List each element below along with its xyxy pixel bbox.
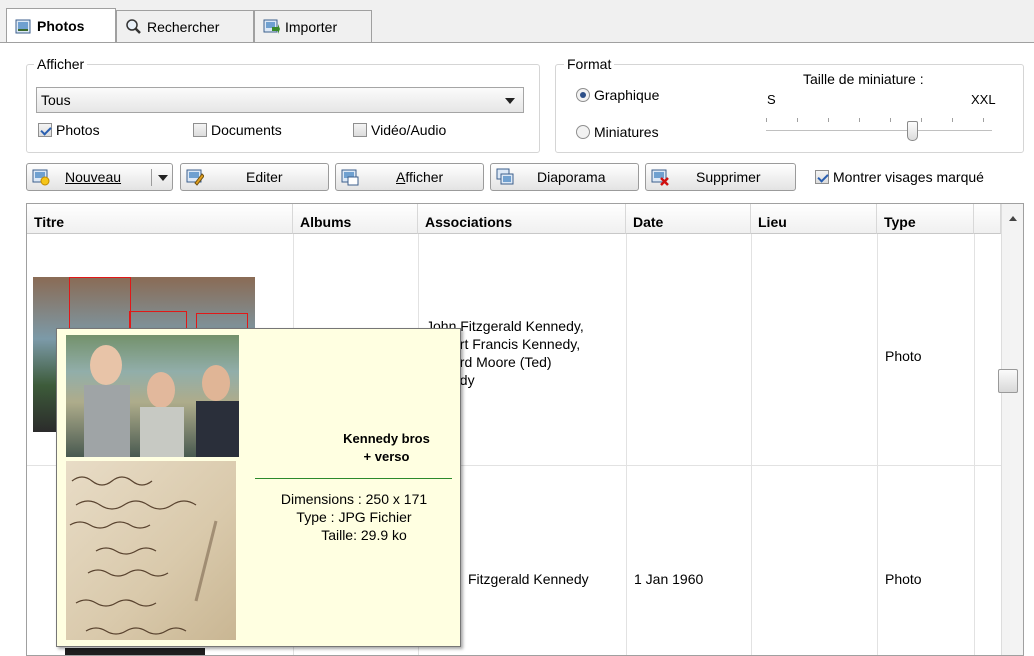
tooltip-title-line: + verso xyxy=(363,449,410,464)
filter-value: Tous xyxy=(41,92,71,108)
slider-tick xyxy=(797,118,798,122)
column-header-type[interactable]: Type xyxy=(877,204,974,234)
tooltip-size: Taille: 29.9 ko xyxy=(321,527,407,543)
checkbox-label: Documents xyxy=(211,122,282,138)
delete-label: Supprimer xyxy=(696,169,761,185)
view-photo-icon xyxy=(341,169,359,186)
column-header-albums[interactable]: Albums xyxy=(293,204,418,234)
tooltip-dimensions: Dimensions : 250 x 171 xyxy=(280,491,428,507)
slider-tick xyxy=(859,118,860,122)
thumb-size-max: XXL xyxy=(971,92,996,107)
checkbox-box xyxy=(193,123,207,137)
scroll-up-icon[interactable] xyxy=(1009,216,1017,221)
tab-bar: Photos Rechercher Importer xyxy=(0,0,1034,43)
photos-icon xyxy=(15,18,32,35)
tab-label: Importer xyxy=(285,18,338,35)
thumb-size-slider-handle[interactable] xyxy=(906,121,918,141)
new-button[interactable]: Nouveau xyxy=(26,163,173,191)
checkbox-box xyxy=(353,123,367,137)
tooltip-title-line: Kennedy bros xyxy=(343,431,430,446)
tab-label: Photos xyxy=(37,18,85,34)
photo-thumbnail xyxy=(65,648,205,655)
checkbox-label: Photos xyxy=(56,122,100,138)
tooltip-front-photo xyxy=(66,335,239,457)
type-cell: Photo xyxy=(885,571,922,587)
documents-checkbox[interactable]: Documents xyxy=(193,122,282,138)
graphic-radio[interactable]: Graphique xyxy=(576,87,659,103)
magnifier-icon xyxy=(125,18,142,35)
slider-tick xyxy=(921,118,922,122)
slideshow-label: Diaporama xyxy=(537,169,606,185)
vertical-scrollbar[interactable] xyxy=(1001,204,1023,655)
chevron-down-icon xyxy=(505,98,515,104)
radio-dot xyxy=(576,125,590,139)
radio-label: Graphique xyxy=(594,87,660,103)
view-button[interactable]: Afficher xyxy=(335,163,484,191)
checkbox-box xyxy=(815,170,829,184)
filter-dropdown[interactable]: Tous xyxy=(36,87,524,113)
column-header-title[interactable]: Titre xyxy=(27,204,293,234)
tab-import[interactable]: Importer xyxy=(254,10,372,42)
column-header-date[interactable]: Date xyxy=(626,204,751,234)
import-icon xyxy=(263,18,280,35)
slider-tick xyxy=(828,118,829,122)
edit-icon xyxy=(186,169,204,186)
thumb-size-min: S xyxy=(767,92,776,107)
date-cell: 1 Jan 1960 xyxy=(634,571,704,587)
tab-label: Rechercher xyxy=(147,18,220,35)
chevron-down-icon[interactable] xyxy=(158,175,168,181)
tooltip-divider xyxy=(255,478,452,479)
photo-tooltip: Kennedy bros + verso Dimensions : 250 x … xyxy=(56,328,461,647)
show-group-legend: Afficher xyxy=(34,56,88,72)
tooltip-verso-photo xyxy=(66,461,236,640)
delete-button[interactable]: Supprimer xyxy=(645,163,796,191)
scrollbar-thumb[interactable] xyxy=(998,369,1018,393)
slider-tick xyxy=(983,118,984,122)
edit-label: Editer xyxy=(246,169,283,185)
column-header-extra xyxy=(974,204,1001,234)
view-label: Afficher xyxy=(396,169,444,185)
edit-button[interactable]: Editer xyxy=(180,163,329,191)
checkbox-box xyxy=(38,123,52,137)
radio-dot xyxy=(576,88,590,102)
video-audio-checkbox[interactable]: Vidéo/Audio xyxy=(353,122,446,138)
checkbox-label: Montrer visages marqué xyxy=(833,169,984,185)
associations-cell: Fitzgerald Kennedy xyxy=(468,571,589,587)
slider-tick xyxy=(766,118,767,122)
tab-photos[interactable]: Photos xyxy=(6,8,116,43)
new-label: Nouveau xyxy=(65,169,122,185)
column-header-location[interactable]: Lieu xyxy=(751,204,877,234)
delete-icon xyxy=(651,169,669,186)
slideshow-button[interactable]: Diaporama xyxy=(490,163,639,191)
handwriting-image xyxy=(69,476,218,635)
tooltip-type: Type : JPG Fichier xyxy=(296,509,412,525)
thumbnails-radio[interactable]: Miniatures xyxy=(576,124,659,140)
tooltip-info: Dimensions : 250 x 171 Type : JPG Fichie… xyxy=(249,490,459,544)
column-header-associations[interactable]: Associations xyxy=(418,204,626,234)
format-group-legend: Format xyxy=(564,56,615,72)
type-cell: Photo xyxy=(885,348,922,364)
radio-label: Miniatures xyxy=(594,124,659,140)
new-photo-icon xyxy=(32,169,50,186)
checkbox-label: Vidéo/Audio xyxy=(371,122,447,138)
slideshow-icon xyxy=(496,168,514,185)
kennedy-brothers-image xyxy=(66,335,239,457)
split-divider xyxy=(151,169,152,186)
thumb-size-label: Taille de miniature : xyxy=(803,71,924,87)
photos-checkbox[interactable]: Photos xyxy=(38,122,100,138)
slider-tick xyxy=(890,118,891,122)
tab-search[interactable]: Rechercher xyxy=(116,10,254,42)
slider-tick xyxy=(952,118,953,122)
show-faces-checkbox[interactable]: Montrer visages marqué xyxy=(815,169,984,185)
thumb-size-track[interactable] xyxy=(766,130,992,132)
tooltip-title: Kennedy bros + verso xyxy=(309,430,464,466)
